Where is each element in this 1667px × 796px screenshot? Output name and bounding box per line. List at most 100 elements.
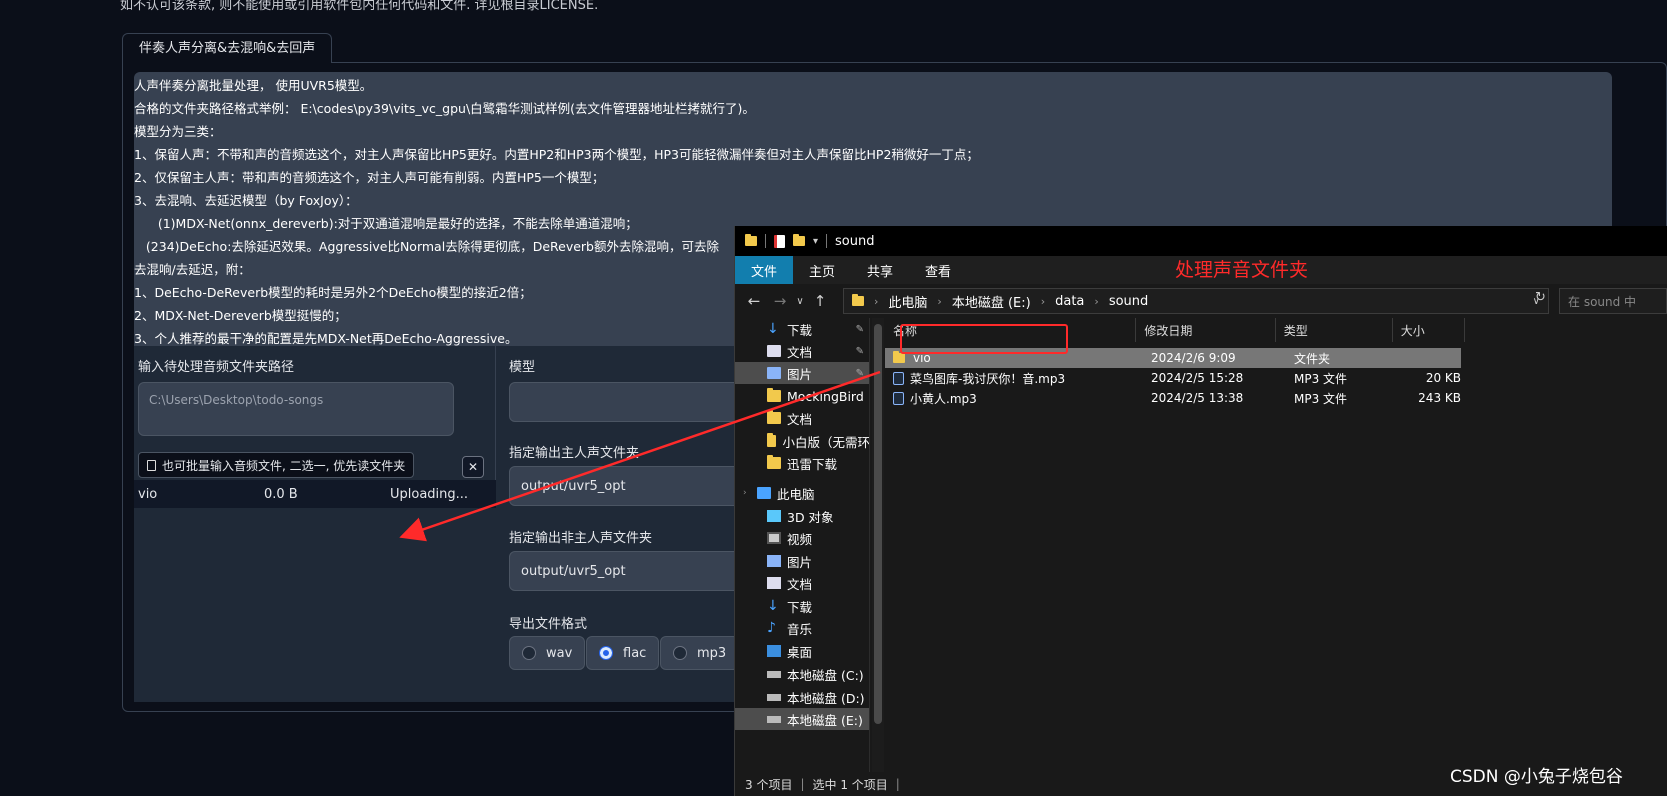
file-row-mp3-2[interactable]: 小黄人.mp3 2024/2/5 13:38 MP3 文件 243 KB (885, 388, 1461, 408)
computer-icon (757, 487, 771, 499)
column-date[interactable]: 修改日期 (1136, 318, 1276, 342)
file-type: MP3 文件 (1294, 391, 1348, 406)
address-bar[interactable]: › 此电脑 › 本地磁盘 (E:) › data › sound ∨ (843, 288, 1549, 314)
navigation-pane: ↓ 下载 ✎ 文档 ✎ 图片 ✎ MockingBird 文档 小白版（无需环 (735, 318, 870, 772)
nav-item-mockingbird[interactable]: MockingBird (735, 385, 869, 407)
expand-chevron-icon[interactable]: › (743, 488, 757, 498)
folder-icon (745, 234, 757, 246)
explorer-title-bar: ▾ sound (735, 226, 1667, 256)
nav-item-label: 下载 (787, 322, 813, 338)
new-folder-icon[interactable] (793, 234, 805, 246)
up-arrow-icon[interactable]: ↑ (807, 292, 833, 310)
nav-item-desktop[interactable]: 桌面 (735, 640, 869, 662)
nav-item-downloads-pinned[interactable]: ↓ 下载 ✎ (735, 318, 869, 340)
recent-dropdown-icon[interactable]: ∨ (793, 296, 807, 307)
nav-item-videos[interactable]: 视频 (735, 527, 869, 549)
file-icon (147, 459, 156, 471)
file-upload-label: 也可批量输入音频文件, 二选一, 优先读文件夹 (138, 452, 415, 478)
radio-dot (522, 646, 536, 660)
chevron-right-icon: › (874, 294, 879, 308)
drive-icon (767, 693, 781, 701)
folder-icon (767, 410, 781, 424)
nav-item-label: 文档 (787, 576, 813, 592)
nav-item-music[interactable]: ♪ 音乐 (735, 617, 869, 639)
annotation-text: 处理声音文件夹 (1175, 259, 1309, 281)
tab-vocal-separation[interactable]: 伴奏人声分离&去混响&去回声 (122, 33, 333, 63)
separator (765, 234, 766, 248)
annotation-highlight-box (900, 324, 1068, 354)
nav-item-documents[interactable]: 文档 (735, 572, 869, 594)
quick-access-dropdown-icon[interactable]: ▾ (813, 236, 818, 247)
file-type: MP3 文件 (1294, 371, 1348, 386)
nav-item-drive-d[interactable]: 本地磁盘 (D:) (735, 686, 869, 708)
chevron-right-icon: › (1040, 294, 1046, 308)
scroll-thumb[interactable] (874, 324, 882, 724)
file-row-mp3-1[interactable]: 菜鸟图库-我讨厌你！音.mp3 2024/2/5 15:28 MP3 文件 20… (885, 368, 1461, 388)
radio-flac[interactable]: flac (586, 636, 660, 670)
folder-icon (767, 433, 777, 447)
nav-item-xunlei[interactable]: 迅雷下载 (735, 452, 869, 474)
ribbon-tab-home[interactable]: 主页 (793, 256, 851, 284)
radio-dot (673, 646, 687, 660)
status-separator: | (800, 777, 805, 791)
audio-file-icon (893, 391, 904, 405)
nav-item-downloads[interactable]: ↓ 下载 (735, 595, 869, 617)
file-name: 菜鸟图库-我讨厌你！音.mp3 (910, 371, 1066, 386)
breadcrumb-item[interactable]: 此电脑 (888, 292, 927, 311)
radio-wav[interactable]: wav (509, 636, 586, 670)
uploaded-file-size: 0.0 B (264, 486, 298, 502)
column-size[interactable]: 大小 (1393, 318, 1465, 342)
download-icon: ↓ (767, 598, 779, 614)
radio-label: wav (546, 645, 573, 661)
status-selected-count: 选中 1 个项目 (812, 777, 888, 792)
ribbon-tab-share[interactable]: 共享 (851, 256, 909, 284)
nav-item-label: 视频 (787, 531, 813, 547)
nav-item-label: 图片 (787, 366, 813, 382)
pin-icon: ✎ (855, 323, 864, 335)
close-icon[interactable]: ✕ (462, 456, 484, 478)
cube-icon (767, 510, 781, 522)
nav-item-label: 本地磁盘 (D:) (787, 690, 865, 706)
breadcrumb-item[interactable]: data (1055, 294, 1084, 309)
nav-item-pictures-pinned[interactable]: 图片 ✎ (735, 362, 869, 384)
nav-item-documents-pinned[interactable]: 文档 ✎ (735, 340, 869, 362)
description-line: 合格的文件夹路径格式举例： E:\codes\py39\vits_vc_gpu\… (134, 101, 755, 116)
file-date: 2024/2/5 13:38 (1151, 391, 1244, 405)
file-type: 文件夹 (1294, 351, 1331, 366)
nav-item-pictures[interactable]: 图片 (735, 550, 869, 572)
description-line: 1、保留人声：不带和声的音频选这个，对主人声保留比HP5更好。内置HP2和HP3… (134, 147, 979, 162)
nav-item-label: 下载 (787, 599, 813, 615)
nav-item-3d-objects[interactable]: 3D 对象 (735, 505, 869, 527)
forward-arrow-icon[interactable]: → (767, 292, 793, 310)
radio-mp3[interactable]: mp3 (660, 636, 740, 670)
refresh-icon[interactable]: ↻ (1535, 290, 1546, 305)
column-type[interactable]: 类型 (1276, 318, 1393, 342)
radio-label: mp3 (697, 645, 727, 661)
file-date: 2024/2/6 9:09 (1151, 351, 1236, 365)
window-title: sound (835, 233, 875, 249)
uploaded-file-name: vio (138, 486, 158, 502)
nav-item-drive-e[interactable]: 本地磁盘 (E:) (735, 708, 869, 730)
nav-item-docs-folder[interactable]: 文档 (735, 407, 869, 429)
document-icon (767, 577, 781, 589)
input-folder-textarea[interactable]: C:\Users\Desktop\todo-songs (138, 382, 454, 436)
description-line: 2、仅保留主人声：带和声的音频选这个，对主人声可能有削弱。内置HP5一个模型； (134, 170, 605, 185)
back-arrow-icon[interactable]: ← (741, 292, 767, 310)
nav-item-label: 桌面 (787, 644, 813, 660)
picture-icon (767, 555, 781, 567)
breadcrumb-item[interactable]: 本地磁盘 (E:) (952, 292, 1031, 311)
uploaded-file-row: vio 0.0 B Uploading... (134, 480, 496, 508)
ribbon-tab-view[interactable]: 查看 (909, 256, 967, 284)
audio-file-icon (893, 371, 904, 385)
file-name: 小黄人.mp3 (910, 391, 977, 406)
file-drop-zone[interactable] (134, 508, 496, 702)
ribbon-tab-file[interactable]: 文件 (735, 256, 794, 284)
search-input[interactable]: 在 sound 中 (1559, 288, 1667, 314)
nav-item-drive-c[interactable]: 本地磁盘 (C:) (735, 663, 869, 685)
properties-icon[interactable] (774, 234, 785, 248)
nav-scrollbar[interactable] (872, 318, 884, 772)
nav-item-this-pc[interactable]: › 此电脑 (735, 482, 869, 504)
radio-dot-selected (599, 646, 613, 660)
nav-item-xiaobai[interactable]: 小白版（无需环 (735, 430, 869, 452)
breadcrumb-item[interactable]: sound (1109, 294, 1148, 309)
